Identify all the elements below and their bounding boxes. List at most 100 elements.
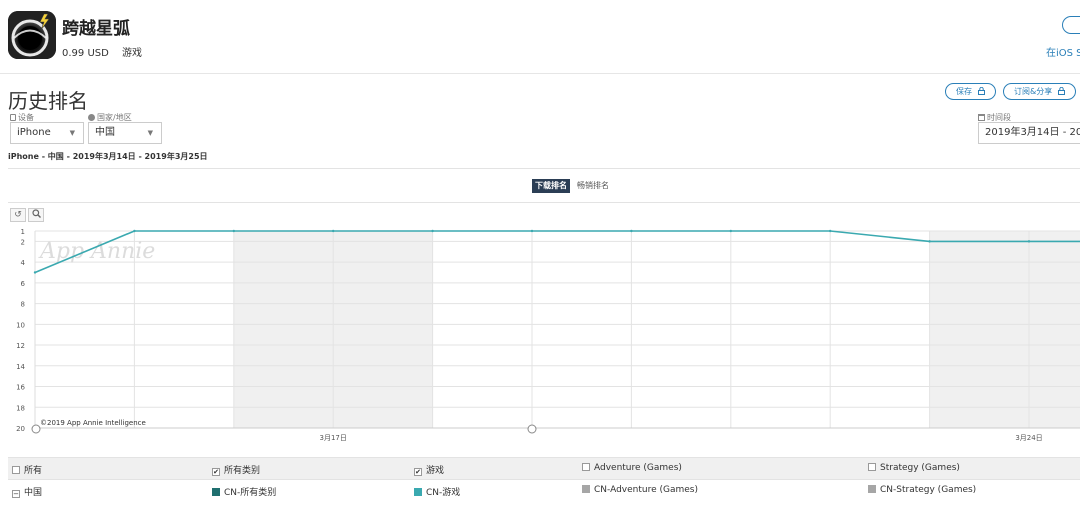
series-point bbox=[630, 229, 633, 233]
device-icon bbox=[10, 114, 16, 121]
legend-header-row: 所有 ✔ 所有类别 ✔ 游戏 Adventure (Games) Strategy … bbox=[8, 457, 1080, 479]
legend-check-all[interactable]: 所有 bbox=[12, 463, 42, 476]
lock-icon bbox=[1057, 86, 1065, 95]
app-store-link[interactable]: 在iOS S bbox=[1046, 44, 1080, 59]
legend-check-adventure[interactable]: Adventure (Games) bbox=[582, 463, 682, 473]
save-button[interactable]: 保存 bbox=[945, 83, 996, 100]
series-point bbox=[332, 229, 335, 233]
series-point bbox=[133, 229, 136, 233]
app-price: 0.99 USD bbox=[62, 48, 109, 59]
period-label-text: 时间段 bbox=[987, 113, 1011, 122]
undo-zoom-button[interactable]: ↺ bbox=[10, 208, 26, 222]
range-handle-mid bbox=[527, 424, 537, 434]
legend-series-label: CN-Adventure (Games) bbox=[594, 485, 698, 495]
chart-subtitle: iPhone - 中国 - 2019年3月14日 - 2019年3月25日 bbox=[8, 152, 208, 161]
legend-column-label: Adventure (Games) bbox=[594, 463, 682, 473]
legend-series-adventure[interactable]: CN-Adventure (Games) bbox=[582, 485, 698, 495]
app-name: 跨越星弧 bbox=[62, 19, 130, 39]
legend-series-all-categories[interactable]: CN-所有类别 bbox=[212, 485, 276, 498]
series-swatch bbox=[868, 485, 876, 493]
x-tick-label: 3月17日 bbox=[320, 434, 347, 442]
checkbox-icon bbox=[12, 466, 20, 474]
y-tick-label: 18 bbox=[16, 404, 25, 412]
series-line-CN-游戏 bbox=[34, 230, 1080, 274]
series-swatch bbox=[414, 488, 422, 496]
country-select[interactable]: 中国 ▼ bbox=[88, 122, 162, 144]
device-select[interactable]: iPhone ▼ bbox=[10, 122, 84, 144]
y-tick-label: 4 bbox=[21, 259, 26, 267]
app-category: 游戏 bbox=[122, 48, 142, 59]
app-meta: 0.99 USD 游戏 bbox=[62, 44, 152, 59]
checkbox-icon bbox=[582, 463, 590, 471]
zoom-icon bbox=[31, 209, 41, 218]
legend-series-games[interactable]: CN-游戏 bbox=[414, 485, 460, 498]
chevron-down-icon: ▼ bbox=[69, 129, 75, 137]
x-tick-label: 3月24日 bbox=[1015, 434, 1042, 442]
series-point bbox=[431, 229, 434, 233]
lock-icon bbox=[977, 86, 985, 95]
series-swatch bbox=[582, 485, 590, 493]
zoom-button[interactable] bbox=[28, 208, 44, 222]
series-point bbox=[232, 229, 235, 233]
country-select-value: 中国 bbox=[95, 127, 115, 138]
app-icon[interactable] bbox=[8, 11, 56, 59]
y-tick-label: 6 bbox=[21, 280, 26, 288]
legend-column-label: Strategy (Games) bbox=[880, 463, 960, 473]
y-tick-label: 2 bbox=[21, 238, 25, 246]
calendar-icon bbox=[978, 114, 985, 121]
app-header: 跨越星弧 0.99 USD 游戏 在iOS S bbox=[0, 0, 1080, 74]
legend-country-toggle[interactable]: − 中国 bbox=[12, 485, 42, 498]
legend-series-label: CN-所有类别 bbox=[224, 488, 277, 498]
legend-check-games[interactable]: ✔ 游戏 bbox=[414, 463, 444, 476]
y-tick-label: 10 bbox=[16, 321, 25, 329]
series-point bbox=[829, 229, 832, 233]
series-point bbox=[729, 229, 732, 233]
chart-copyright: ©2019 App Annie Intelligence bbox=[40, 419, 146, 427]
y-tick-label: 8 bbox=[21, 301, 25, 309]
y-tick-label: 1 bbox=[21, 228, 25, 236]
divider bbox=[8, 202, 1080, 203]
tab-downloads-rank[interactable]: 下载排名 bbox=[532, 179, 570, 193]
series-point bbox=[530, 229, 534, 233]
tab-grossing-rank[interactable]: 畅销排名 bbox=[574, 179, 612, 193]
y-tick-label: 14 bbox=[16, 363, 25, 371]
divider bbox=[8, 168, 1080, 169]
y-tick-label: 20 bbox=[16, 425, 25, 433]
date-range-picker[interactable]: 2019年3月14日 - 2019 bbox=[978, 122, 1080, 144]
app-annie-watermark: App Annie bbox=[38, 239, 155, 264]
device-label-text: 设备 bbox=[18, 113, 34, 122]
globe-icon bbox=[88, 114, 95, 121]
legend-all-label: 所有 bbox=[24, 466, 43, 476]
subscribe-share-label: 订阅&分享 bbox=[1014, 87, 1053, 96]
page-title: 历史排名 bbox=[8, 89, 88, 113]
legend-series-strategy[interactable]: CN-Strategy (Games) bbox=[868, 485, 976, 495]
legend-series-row: − 中国 CN-所有类别 CN-游戏 CN-Adventure (Games) C… bbox=[8, 479, 1080, 501]
device-select-value: iPhone bbox=[17, 127, 51, 138]
checkbox-checked-icon: ✔ bbox=[212, 468, 220, 476]
checkbox-checked-icon: ✔ bbox=[414, 468, 422, 476]
date-range-value: 2019年3月14日 - 2019 bbox=[985, 127, 1080, 138]
subscribe-share-button[interactable]: 订阅&分享 bbox=[1003, 83, 1076, 100]
save-button-label: 保存 bbox=[956, 87, 972, 96]
legend-country-label: 中国 bbox=[24, 488, 43, 498]
series-point bbox=[928, 240, 931, 243]
series-point bbox=[33, 271, 37, 274]
chevron-down-icon: ▼ bbox=[147, 129, 153, 137]
series-point bbox=[1027, 240, 1031, 243]
series-swatch bbox=[212, 488, 220, 496]
header-action-button[interactable] bbox=[1062, 16, 1080, 34]
country-label-text: 国家/地区 bbox=[97, 113, 132, 122]
legend-column-label: 游戏 bbox=[426, 466, 445, 476]
legend-series-label: CN-游戏 bbox=[426, 488, 461, 498]
legend-column-label: 所有类别 bbox=[224, 466, 261, 476]
collapse-icon: − bbox=[12, 490, 20, 498]
legend-check-strategy[interactable]: Strategy (Games) bbox=[868, 463, 960, 473]
rank-history-chart: 124681012141618203月17日 3月24日App Annie©201… bbox=[16, 228, 1080, 442]
legend-check-all-categories[interactable]: ✔ 所有类别 bbox=[212, 463, 260, 476]
checkbox-icon bbox=[868, 463, 876, 471]
weekend-band bbox=[929, 231, 1080, 428]
y-tick-label: 12 bbox=[16, 342, 25, 350]
y-tick-label: 16 bbox=[16, 384, 25, 392]
range-handle-left bbox=[31, 424, 41, 434]
legend-series-label: CN-Strategy (Games) bbox=[880, 485, 977, 495]
